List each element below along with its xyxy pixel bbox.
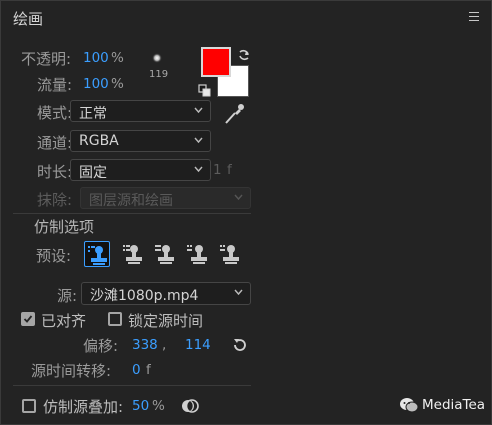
clone-overlay-value[interactable]: 50	[132, 398, 149, 414]
opacity-value[interactable]: 100	[83, 50, 109, 66]
duration-frames[interactable]: 1	[213, 162, 222, 178]
foreground-color-swatch[interactable]	[201, 47, 231, 77]
divider	[13, 385, 251, 386]
duration-value: 固定	[79, 165, 107, 181]
mode-dropdown[interactable]: 正常	[70, 100, 211, 122]
panel-title: 绘画	[13, 10, 44, 28]
paint-panel: 绘画 不透明: 100 % 流量: 100 % 119 模式: 正常 通道: R…	[0, 0, 492, 425]
flow-unit: %	[111, 76, 124, 92]
hamburger-menu-icon[interactable]	[469, 12, 479, 21]
clone-source-value: 沙滩1080p.mp4	[90, 288, 199, 304]
channel-dropdown[interactable]: RGBA	[70, 130, 211, 152]
brush-tip-icon[interactable]: 119	[147, 51, 171, 85]
erase-dropdown: 图层源和绘画	[80, 187, 251, 209]
source-time-shift-unit: f	[146, 362, 151, 378]
clone-preset-2-icon[interactable]	[120, 241, 146, 267]
opacity-unit: %	[111, 50, 124, 66]
clone-preset-4-icon[interactable]	[185, 241, 211, 267]
duration-label: 时长:	[37, 163, 73, 181]
clone-preset-1-icon[interactable]	[84, 241, 110, 267]
channel-value: RGBA	[79, 133, 119, 149]
difference-mode-icon[interactable]	[180, 396, 200, 416]
source-time-shift-value[interactable]: 0	[132, 362, 141, 378]
duration-dropdown[interactable]: 固定	[70, 159, 211, 181]
mode-value: 正常	[79, 106, 107, 122]
clone-preset-3-icon[interactable]	[152, 241, 178, 267]
offset-y-value[interactable]: 114	[185, 337, 211, 353]
offset-label: 偏移:	[83, 337, 119, 355]
default-colors-icon[interactable]	[198, 83, 212, 97]
lock-source-time-checkbox[interactable]	[108, 312, 122, 326]
chevron-down-icon	[194, 107, 203, 114]
erase-value: 图层源和绘画	[89, 193, 173, 209]
duration-frames-unit: f	[227, 162, 232, 178]
clone-overlay-checkbox[interactable]	[22, 399, 36, 413]
aligned-label: 已对齐	[41, 312, 87, 330]
wechat-icon	[399, 397, 419, 413]
clone-preset-label: 预设:	[36, 247, 72, 265]
mode-label: 模式:	[37, 104, 73, 122]
flow-label: 流量:	[37, 76, 73, 94]
brush-size: 119	[149, 69, 169, 80]
chevron-down-icon	[234, 289, 243, 296]
clone-options-title: 仿制选项	[34, 218, 95, 236]
chevron-down-icon	[194, 166, 203, 173]
chevron-down-icon	[194, 137, 203, 144]
clone-source-dropdown[interactable]: 沙滩1080p.mp4	[81, 282, 251, 305]
eyedropper-icon[interactable]	[223, 102, 245, 126]
divider	[13, 213, 251, 214]
reset-offset-icon[interactable]	[231, 336, 249, 354]
channel-label: 通道:	[37, 134, 73, 152]
source-time-shift-label: 源时间转移:	[31, 362, 112, 380]
clone-overlay-unit: %	[152, 398, 165, 414]
offset-separator: ,	[162, 337, 167, 353]
aligned-checkbox[interactable]	[21, 312, 35, 326]
clone-source-label: 源:	[57, 287, 78, 305]
opacity-label: 不透明:	[21, 50, 72, 68]
watermark-text: MediaTea	[422, 397, 486, 413]
swap-colors-icon[interactable]	[237, 47, 251, 61]
lock-source-time-label: 锁定源时间	[128, 312, 204, 330]
flow-value[interactable]: 100	[83, 76, 109, 92]
clone-overlay-label: 仿制源叠加:	[43, 398, 124, 416]
clone-preset-5-icon[interactable]	[217, 241, 243, 267]
erase-label: 抹除:	[37, 191, 73, 209]
offset-x-value[interactable]: 338	[132, 337, 158, 353]
chevron-down-icon	[234, 194, 243, 201]
